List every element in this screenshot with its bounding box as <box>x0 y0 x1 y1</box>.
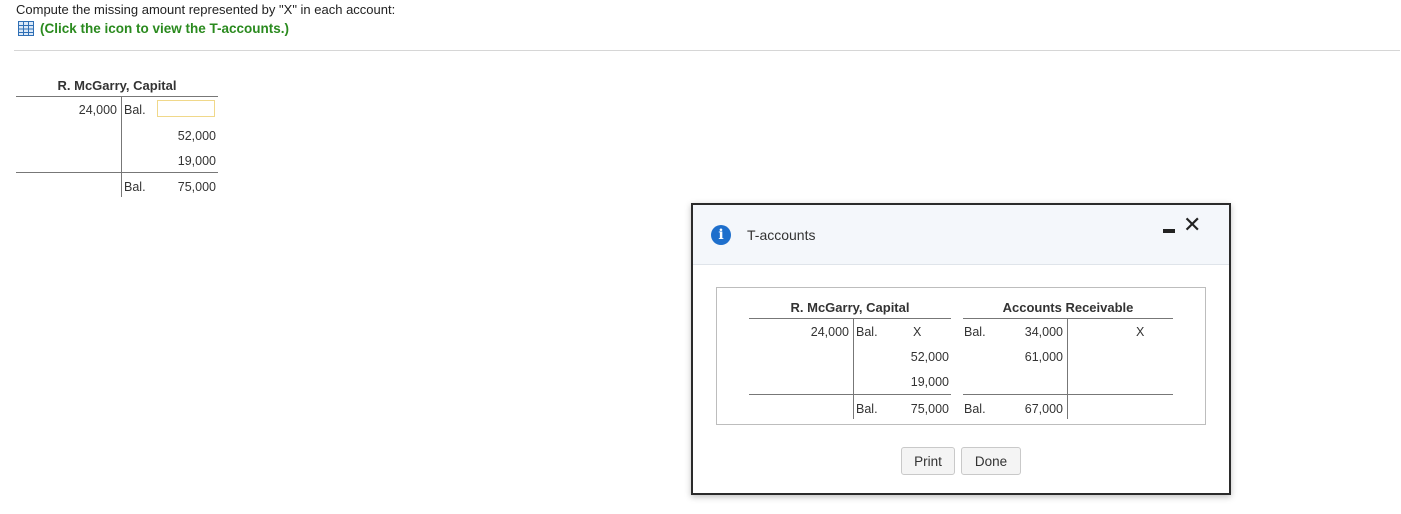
info-icon: i <box>711 225 731 245</box>
view-t-accounts-link[interactable]: (Click the icon to view the T-accounts.) <box>18 21 289 36</box>
close-icon[interactable]: ✕ <box>1183 213 1201 238</box>
capital-bottom-bal-label: Bal. <box>856 402 878 416</box>
bottom-bal-label: Bal. <box>124 180 146 194</box>
credit-value: 19,000 <box>177 154 216 168</box>
bal-label: Bal. <box>124 103 146 117</box>
receivable-x-value: X <box>1136 325 1145 339</box>
capital-bottom-bal-value: 75,000 <box>910 402 949 416</box>
receivable-total-line <box>963 394 1173 395</box>
t-accounts-panel: R. McGarry, Capital 24,000 Bal. X 52,000… <box>716 287 1206 425</box>
receivable-bottom-bal-value: 67,000 <box>1024 402 1063 416</box>
taccount-title: R. McGarry, Capital <box>57 78 177 93</box>
receivable-debit-value: 61,000 <box>1024 350 1063 364</box>
taccount-total-line <box>16 172 218 173</box>
capital-title: R. McGarry, Capital <box>790 300 910 315</box>
instruction-text: Compute the missing amount represented b… <box>16 2 396 17</box>
done-button[interactable]: Done <box>961 447 1021 475</box>
capital-total-line <box>749 394 951 395</box>
capital-bal-label: Bal. <box>856 325 878 339</box>
credit-value: 52,000 <box>177 129 216 143</box>
capital-credit-value: 19,000 <box>910 375 949 389</box>
capital-x-value: X <box>913 325 922 339</box>
receivable-top-line <box>963 318 1173 319</box>
answer-input[interactable] <box>157 100 215 117</box>
bottom-bal-value: 75,000 <box>177 180 216 194</box>
receivable-bottom-bal-label: Bal. <box>964 402 986 416</box>
receivable-title: Accounts Receivable <box>1002 300 1134 315</box>
receivable-debit-value: 34,000 <box>1024 325 1063 339</box>
print-button[interactable]: Print <box>901 447 955 475</box>
taccount-vertical-line <box>121 97 122 197</box>
capital-credit-value: 52,000 <box>910 350 949 364</box>
capital-debit-value: 24,000 <box>810 325 849 339</box>
debit-balance-value: 24,000 <box>78 103 117 117</box>
capital-vertical-line <box>853 319 854 419</box>
view-t-accounts-label[interactable]: (Click the icon to view the T-accounts.) <box>40 21 289 36</box>
table-grid-icon[interactable] <box>18 21 34 36</box>
dialog-title: T-accounts <box>747 227 816 243</box>
minimize-icon[interactable] <box>1163 229 1175 233</box>
receivable-bal-label: Bal. <box>964 325 986 339</box>
receivable-vertical-line <box>1067 319 1068 419</box>
t-accounts-dialog: i T-accounts ✕ R. McGarry, Capital 24,00… <box>691 203 1231 495</box>
divider <box>14 50 1400 51</box>
capital-top-line <box>749 318 951 319</box>
taccount-top-line <box>16 96 218 97</box>
